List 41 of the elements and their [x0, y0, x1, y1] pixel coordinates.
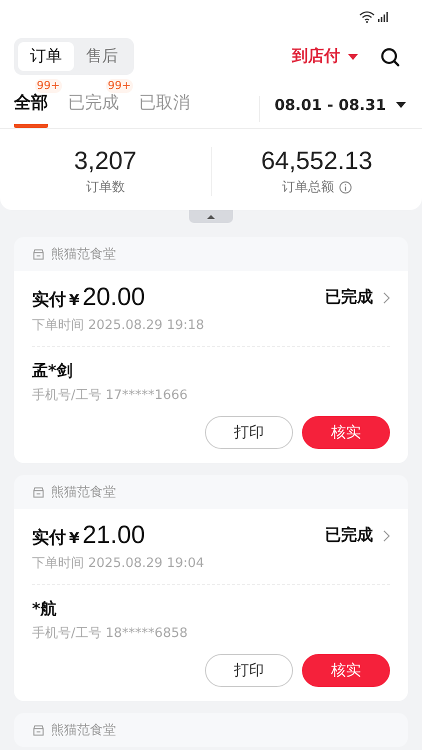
- paid-amount: 20.00: [82, 283, 145, 312]
- store-name: 熊猫范食堂: [51, 246, 116, 263]
- paid-label: 实付: [32, 527, 66, 549]
- store-icon: [32, 724, 45, 736]
- customer-name: *航: [32, 599, 58, 620]
- store-name: 熊猫范食堂: [51, 484, 116, 501]
- paid-amount: 21.00: [82, 521, 145, 550]
- store-name: 熊猫范食堂: [51, 722, 116, 739]
- store-icon: [32, 248, 45, 260]
- count-badge: 99+: [34, 79, 62, 93]
- segment-tab[interactable]: 订单: [18, 42, 74, 71]
- wifi-icon: [359, 11, 375, 23]
- store-icon: [32, 486, 45, 498]
- stat-value: 3,207: [74, 147, 137, 176]
- print-button[interactable]: 打印: [205, 654, 293, 687]
- paid-label: 实付: [32, 289, 66, 311]
- print-button[interactable]: 打印: [205, 416, 293, 449]
- order-status[interactable]: 已完成: [325, 287, 373, 308]
- count-badge: 99+: [106, 79, 133, 93]
- customer-phone: 手机号/工号 18*****6858: [32, 625, 189, 642]
- info-icon[interactable]: [338, 180, 352, 194]
- verify-button[interactable]: 核实: [302, 654, 390, 687]
- collapse-handle[interactable]: [189, 210, 233, 223]
- order-time: 下单时间 2025.08.29 19:18: [32, 317, 206, 334]
- customer-name: 孟*剑: [32, 361, 74, 382]
- customer-phone: 手机号/工号 17*****1666: [32, 387, 189, 404]
- stat-value: 64,552.13: [261, 147, 372, 176]
- chevron-right-icon[interactable]: [383, 292, 390, 304]
- stat-label: 订单数: [86, 179, 125, 196]
- signal-icon: [378, 12, 388, 22]
- chevron-right-icon[interactable]: [383, 530, 390, 542]
- order-time: 下单时间 2025.08.29 19:04: [32, 555, 206, 572]
- date-range-picker[interactable]: 08.01 - 08.31: [259, 96, 406, 122]
- currency-symbol: ¥: [69, 529, 80, 547]
- currency-symbol: ¥: [69, 291, 80, 309]
- segment-tab[interactable]: 售后: [74, 42, 130, 71]
- payment-filter[interactable]: 到店付: [292, 46, 358, 67]
- verify-button[interactable]: 核实: [302, 416, 390, 449]
- search-icon[interactable]: [380, 46, 400, 66]
- order-status[interactable]: 已完成: [325, 525, 373, 546]
- stat-label: 订单总额: [282, 179, 334, 196]
